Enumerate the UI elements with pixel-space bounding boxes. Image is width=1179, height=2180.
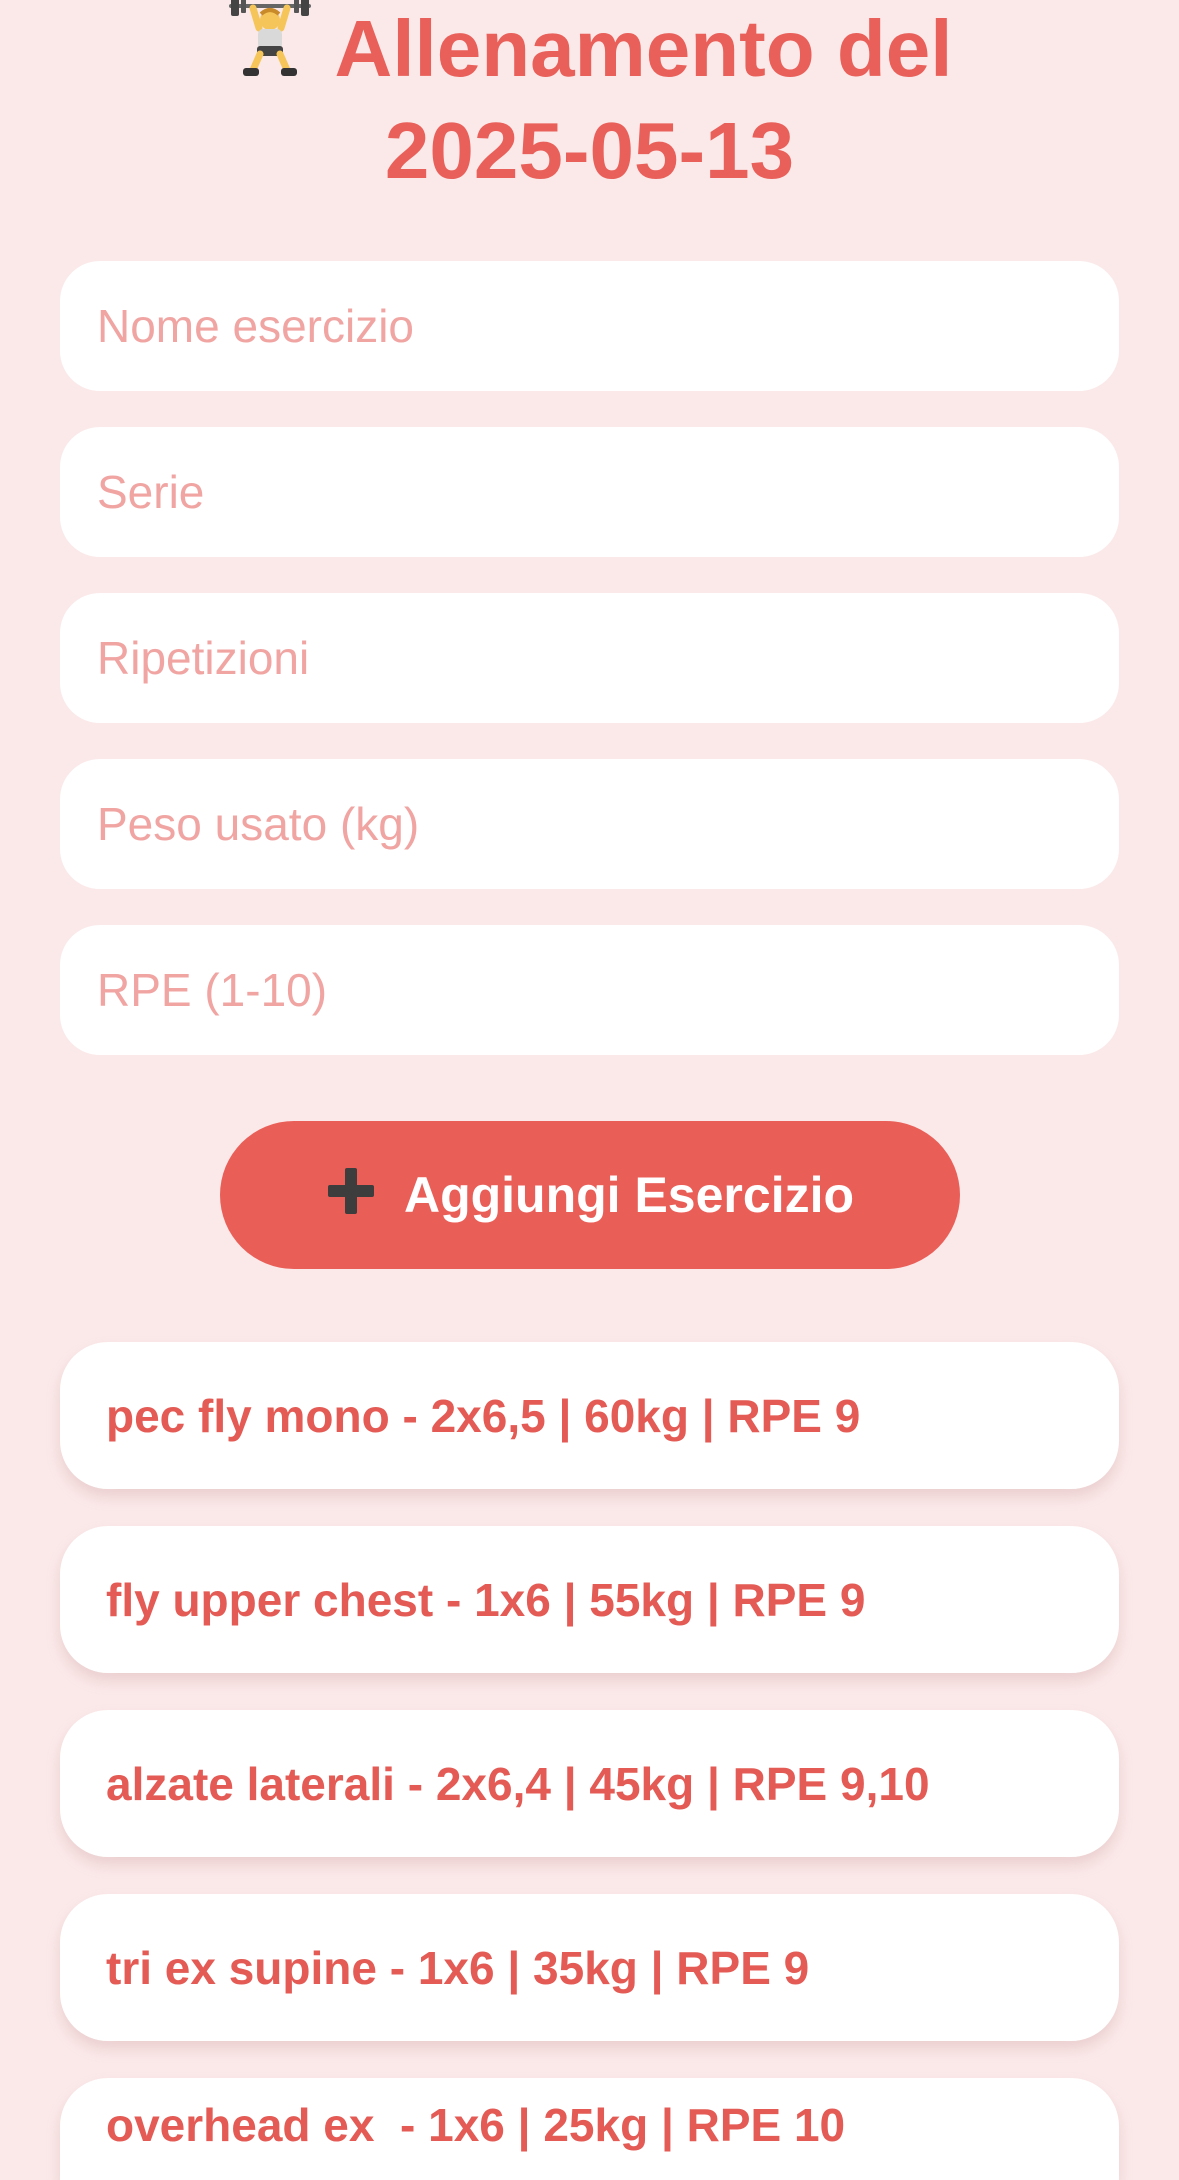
exercise-card[interactable]: fly upper chest - 1x6 | 55kg | RPE 9 — [60, 1526, 1119, 1673]
exercise-card[interactable]: alzate laterali - 2x6,4 | 45kg | RPE 9,1… — [60, 1710, 1119, 1857]
exercise-card[interactable]: tri ex supine - 1x6 | 35kg | RPE 9 — [60, 1894, 1119, 2041]
add-exercise-button[interactable]: Aggiungi Esercizio — [220, 1121, 960, 1269]
title-text: Allenamento del — [334, 4, 953, 93]
add-exercise-label: Aggiungi Esercizio — [403, 1167, 855, 1223]
exercise-text: tri ex supine - 1x6 | 35kg | RPE 9 — [106, 1941, 810, 1994]
weight-input[interactable] — [60, 759, 1119, 889]
weightlifter-icon — [227, 0, 313, 102]
sets-input[interactable] — [60, 427, 1119, 557]
exercise-text: overhead ex - 1x6 | 25kg | RPE 10 — [106, 2099, 846, 2151]
plus-icon — [326, 1166, 376, 1228]
reps-input[interactable] — [60, 593, 1119, 723]
exercise-text: alzate laterali - 2x6,4 | 45kg | RPE 9,1… — [106, 1757, 930, 1810]
exercise-text: pec fly mono - 2x6,5 | 60kg | RPE 9 — [106, 1389, 861, 1442]
exercise-card[interactable]: overhead ex - 1x6 | 25kg | RPE 10 — [60, 2078, 1119, 2180]
exercise-name-input[interactable] — [60, 261, 1119, 391]
title-line-1: Allenamento del — [0, 0, 1179, 102]
rpe-input[interactable] — [60, 925, 1119, 1055]
exercise-text: fly upper chest - 1x6 | 55kg | RPE 9 — [106, 1573, 866, 1626]
title-date: 2025-05-13 — [384, 105, 795, 195]
page-title: Allenamento del 2025-05-13 — [0, 0, 1179, 200]
exercise-card[interactable]: pec fly mono - 2x6,5 | 60kg | RPE 9 — [60, 1342, 1119, 1489]
